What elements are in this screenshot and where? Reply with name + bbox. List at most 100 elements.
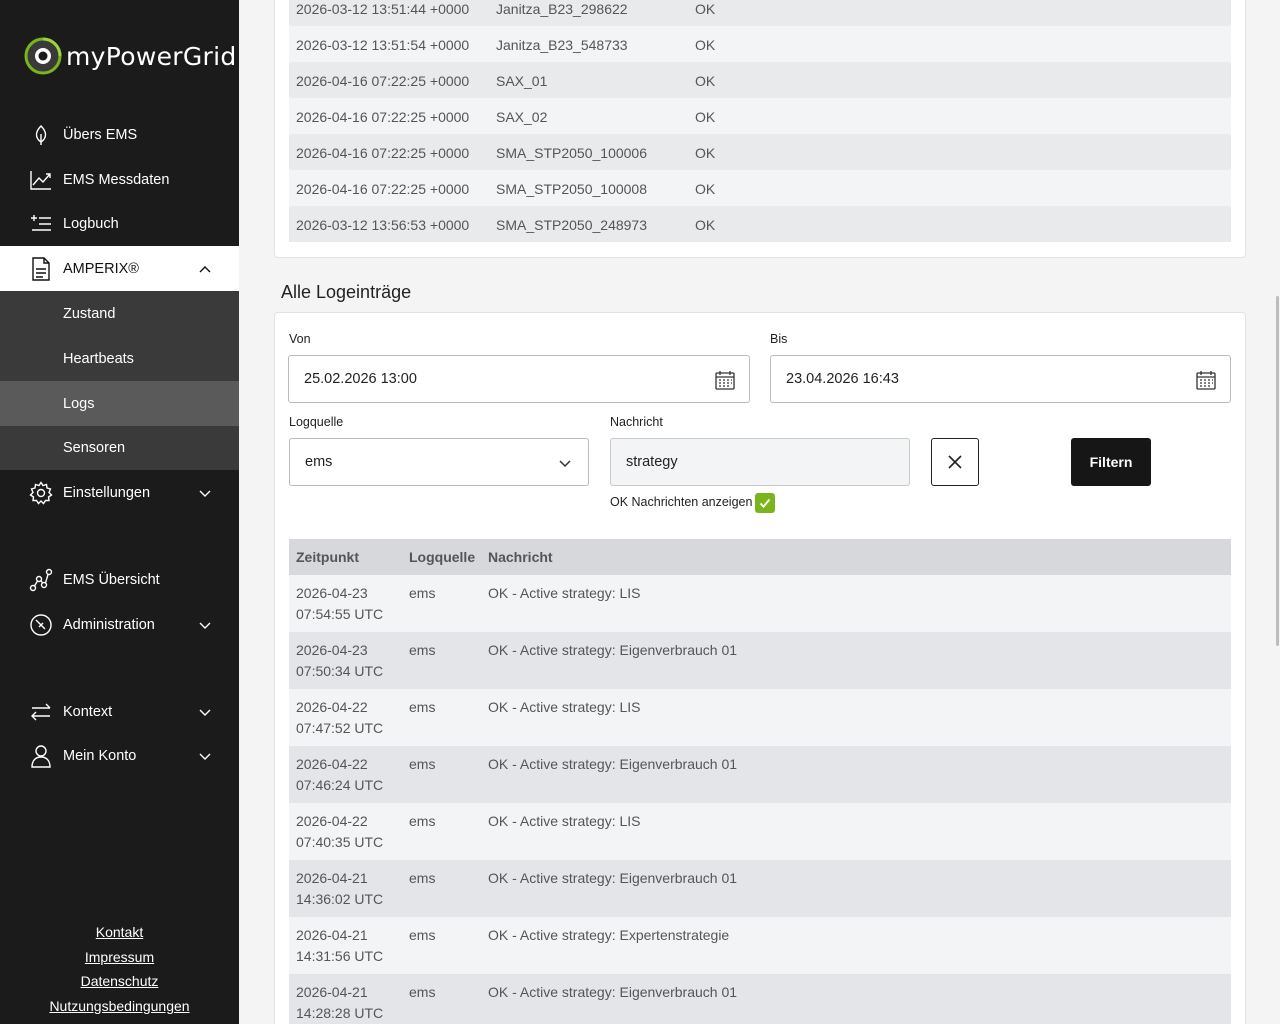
log-source: ems [409, 984, 436, 1000]
log-date: 2026-04-21 [296, 927, 368, 943]
sidebar-item-administration[interactable]: Administration [0, 603, 239, 647]
hb-time: 2026-03-12 13:51:44 +0000 [296, 1, 470, 17]
check-icon [759, 498, 771, 508]
sidebar-item-label: Logbuch [63, 216, 119, 232]
page-scrollbar[interactable] [1276, 296, 1279, 646]
log-time: 14:28:28 UTC [296, 1005, 384, 1021]
log-message: OK - Active strategy: LIS [488, 585, 641, 601]
hb-device: SMA_STP2050_100008 [496, 181, 647, 197]
sidebar-item-label: AMPERIX® [63, 260, 139, 277]
gear-icon [28, 480, 54, 506]
to-date-input[interactable]: 23.04.2026 16:43 [770, 355, 1231, 403]
log-time: 07:46:24 UTC [296, 777, 384, 793]
hb-status: OK [695, 217, 716, 233]
sidebar-subitem-heartbeats[interactable]: Heartbeats [0, 336, 239, 381]
log-source: ems [409, 813, 436, 829]
log-date: 2026-04-21 [296, 870, 368, 886]
graph-nodes-icon [28, 567, 54, 593]
log-message: OK - Active strategy: Eigenverbrauch 01 [488, 642, 738, 658]
section-title: Alle Logeinträge [281, 282, 412, 302]
log-timestamp: 2026-04-21 14:28:28 UTC [296, 982, 401, 1024]
log-time: 14:31:56 UTC [296, 948, 384, 964]
link-kontakt[interactable]: Kontakt [0, 920, 239, 945]
log-time: 07:50:34 UTC [296, 663, 384, 679]
link-datenschutz[interactable]: Datenschutz [0, 969, 239, 994]
column-header-zeitpunkt[interactable]: Zeitpunkt [296, 549, 359, 565]
log-message: OK - Active strategy: Eigenverbrauch 01 [488, 984, 738, 1000]
hb-status: OK [695, 145, 716, 161]
hb-device: Janitza_B23_298622 [496, 1, 628, 17]
sidebar-subitem-sensoren[interactable]: Sensoren [0, 426, 239, 470]
sidebar-item-mein-konto[interactable]: Mein Konto [0, 734, 239, 778]
logo[interactable]: myPowerGrid [24, 36, 237, 76]
calendar-icon[interactable] [1195, 369, 1217, 391]
link-nutzungsbedingungen[interactable]: Nutzungsbedingungen [0, 994, 239, 1019]
calendar-icon[interactable] [714, 369, 736, 391]
sidebar-item-amperix[interactable]: AMPERIX® [0, 246, 239, 291]
filter-button[interactable]: Filtern [1071, 438, 1151, 486]
hb-status: OK [695, 1, 716, 17]
sidebar-item-ems-messdaten[interactable]: EMS Messdaten [0, 158, 239, 202]
table-row: 2026-04-21 14:28:28 UTC ems OK - Active s… [289, 974, 1231, 1024]
table-row: 2026-04-23 07:50:34 UTC ems OK - Active s… [289, 632, 1231, 689]
log-timestamp: 2026-04-22 07:40:35 UTC [296, 811, 401, 853]
hb-time: 2026-04-16 07:22:25 +0000 [296, 181, 470, 197]
log-timestamp: 2026-04-23 07:50:34 UTC [296, 640, 401, 682]
log-time: 14:36:02 UTC [296, 891, 384, 907]
log-time: 07:47:52 UTC [296, 720, 384, 736]
log-date: 2026-04-21 [296, 984, 368, 1000]
message-input[interactable]: strategy [610, 438, 910, 486]
ok-messages-checkbox[interactable] [755, 493, 775, 513]
source-label: Logquelle [289, 415, 344, 429]
clear-button[interactable] [931, 438, 979, 486]
log-source: ems [409, 585, 436, 601]
column-header-nachricht[interactable]: Nachricht [488, 549, 553, 565]
log-date: 2026-04-22 [296, 756, 368, 772]
log-timestamp: 2026-04-21 14:36:02 UTC [296, 868, 401, 910]
sidebar-item-ems-uebersicht[interactable]: EMS Übersicht [0, 558, 239, 602]
user-icon [28, 743, 54, 769]
log-message: OK - Active strategy: Expertenstrategie [488, 927, 730, 943]
sidebar-item-einstellungen[interactable]: Einstellungen [0, 471, 239, 515]
hb-time: 2026-03-12 13:51:54 +0000 [296, 37, 470, 53]
log-time: 07:40:35 UTC [296, 834, 384, 850]
table-row: 2026-04-22 07:47:52 UTC ems OK - Active s… [289, 689, 1231, 746]
message-label: Nachricht [610, 415, 663, 429]
sidebar-item-ueber-ems[interactable]: Übers EMS [0, 113, 239, 157]
sidebar-item-label: EMS Messdaten [63, 172, 170, 188]
log-message: OK - Active strategy: Eigenverbrauch 01 [488, 756, 738, 772]
sidebar-subitem-logs[interactable]: Logs [0, 381, 239, 426]
from-date-value: 25.02.2026 13:00 [304, 371, 417, 387]
table-row: 2026-04-22 07:46:24 UTC ems OK - Active s… [289, 746, 1231, 803]
close-icon [948, 455, 962, 469]
sidebar-subitem-label: Zustand [63, 305, 116, 322]
hb-device: SMA_STP2050_100006 [496, 145, 647, 161]
brand-name: myPowerGrid [66, 41, 237, 71]
hb-status: OK [695, 73, 716, 89]
footer-links: Kontakt Impressum Datenschutz Nutzungsbe… [0, 920, 239, 1018]
log-timestamp: 2026-04-22 07:47:52 UTC [296, 697, 401, 739]
log-source: ems [409, 927, 436, 943]
log-date: 2026-04-23 [296, 642, 368, 658]
hb-time: 2026-03-12 13:56:53 +0000 [296, 217, 470, 233]
logs-table-header: Zeitpunkt Logquelle Nachricht [289, 539, 1231, 575]
sidebar-item-kontext[interactable]: Kontext [0, 690, 239, 734]
chart-line-icon [28, 167, 54, 193]
log-date: 2026-04-23 [296, 585, 368, 601]
sidebar-item-logbuch[interactable]: Logbuch [0, 202, 239, 246]
hb-time: 2026-04-16 07:22:25 +0000 [296, 145, 470, 161]
message-value: strategy [626, 454, 678, 470]
sidebar-subitem-label: Logs [63, 395, 95, 412]
column-header-logquelle[interactable]: Logquelle [409, 549, 475, 565]
from-date-input[interactable]: 25.02.2026 13:00 [288, 355, 750, 403]
chevron-down-icon [559, 460, 571, 468]
source-select[interactable]: ems [289, 438, 589, 486]
sidebar-subitem-zustand[interactable]: Zustand [0, 291, 239, 336]
table-row: 2026-04-16 07:22:25 +0000 SAX_02 OK [289, 98, 1231, 134]
hb-status: OK [695, 181, 716, 197]
hb-device: SAX_02 [496, 109, 548, 125]
sidebar: myPowerGrid Übers EMS EMS Messdaten Logb… [0, 0, 239, 1024]
link-impressum[interactable]: Impressum [0, 945, 239, 970]
log-timestamp: 2026-04-22 07:46:24 UTC [296, 754, 401, 796]
log-date: 2026-04-22 [296, 813, 368, 829]
